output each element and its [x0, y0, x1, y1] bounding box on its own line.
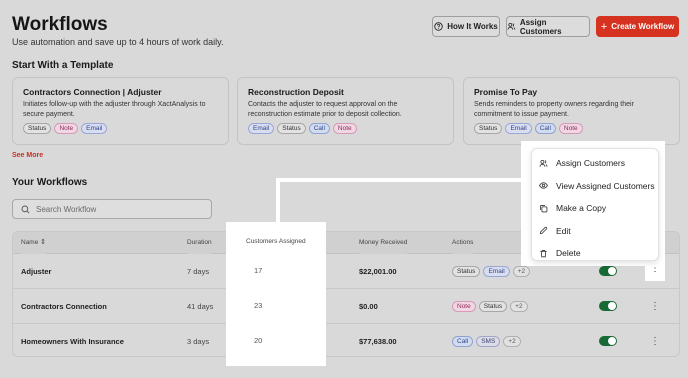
workflow-enabled-toggle[interactable] — [599, 301, 617, 311]
template-description: Sends reminders to property owners regar… — [474, 101, 634, 118]
menu-item-label: Assign Customers — [556, 158, 625, 169]
customers-assigned-highlight: Customers Assigned 17 23 20 — [226, 222, 326, 366]
page-subtitle: Use automation and save up to 4 hours of… — [12, 37, 224, 47]
column-label: Name — [21, 239, 39, 246]
tag-email: Email — [505, 123, 532, 134]
more-options-icon[interactable]: ⋮ — [647, 289, 663, 324]
menu-item-edit[interactable]: Edit — [532, 220, 658, 243]
column-header-actions: Actions — [452, 232, 474, 254]
workflow-duration: 3 days — [187, 337, 210, 346]
workflows-heading: Your Workflows — [12, 177, 88, 188]
workflow-actions: Status Email +2 — [452, 254, 531, 289]
tag-more[interactable]: +2 — [503, 336, 521, 347]
menu-item-view-assigned[interactable]: View Assigned Customers — [532, 175, 658, 198]
eye-icon — [539, 182, 548, 189]
menu-item-label: Delete — [556, 248, 581, 259]
workflow-enabled-toggle[interactable] — [599, 266, 617, 276]
highlight-connector — [276, 178, 280, 224]
menu-item-label: Edit — [556, 225, 571, 236]
how-it-works-label: How It Works — [447, 22, 498, 31]
tag-status: Status — [23, 123, 52, 134]
more-options-icon[interactable]: ⋮ — [647, 324, 663, 356]
tag-sms: SMS — [476, 336, 501, 347]
tag-status: Status — [474, 123, 503, 134]
tag-note: Note — [332, 123, 357, 134]
table-row[interactable]: Contractors Connection 41 days $0.00 Not… — [13, 289, 679, 324]
workflow-money: $0.00 — [359, 302, 378, 311]
menu-item-assign-customers[interactable]: Assign Customers — [532, 152, 658, 175]
sort-icon[interactable]: ⇕ — [40, 239, 46, 246]
help-circle-icon — [434, 22, 443, 31]
column-header-customers: Customers Assigned — [246, 238, 306, 245]
see-more-link[interactable]: See More — [12, 152, 43, 159]
create-workflow-button[interactable]: + Create Workflow — [596, 16, 679, 37]
tag-status: Status — [452, 266, 481, 277]
template-card[interactable]: Reconstruction Deposit Contacts the adju… — [237, 77, 454, 145]
template-card[interactable]: Contractors Connection | Adjuster Initia… — [12, 77, 229, 145]
copy-icon — [540, 204, 548, 213]
menu-item-label: Make a Copy — [556, 203, 607, 214]
workflow-options-menu: Assign Customers View Assigned Customers… — [531, 148, 659, 261]
tag-email: Email — [483, 266, 510, 277]
template-title: Reconstruction Deposit — [248, 87, 344, 97]
tag-call: Call — [452, 336, 474, 347]
customers-count[interactable]: 23 — [254, 301, 262, 310]
workflow-duration: 41 days — [187, 302, 214, 311]
table-row[interactable]: Homeowners With Insurance 3 days $77,638… — [13, 324, 679, 356]
column-header-duration: Duration — [187, 232, 212, 254]
workflow-money: $77,638.00 — [359, 337, 397, 346]
tag-email: Email — [248, 123, 275, 134]
menu-item-make-copy[interactable]: Make a Copy — [532, 197, 658, 220]
template-title: Promise To Pay — [474, 87, 538, 97]
search-input[interactable]: Search Workflow — [12, 199, 212, 219]
template-card[interactable]: Promise To Pay Sends reminders to proper… — [463, 77, 680, 145]
template-description: Initiates follow-up with the adjuster th… — [23, 101, 206, 118]
customers-count[interactable]: 17 — [254, 266, 262, 275]
workflow-actions: Call SMS +2 — [452, 324, 521, 356]
assign-customers-label: Assign Customers — [519, 17, 562, 36]
template-title: Contractors Connection | Adjuster — [23, 87, 162, 97]
users-icon — [539, 159, 548, 167]
menu-item-delete[interactable]: Delete — [532, 242, 658, 265]
trash-icon — [540, 249, 547, 257]
search-placeholder: Search Workflow — [36, 204, 97, 214]
templates-heading: Start With a Template — [12, 60, 114, 71]
assign-customers-button[interactable]: Assign Customers — [506, 16, 590, 37]
tag-email: Email — [81, 123, 108, 134]
workflow-name[interactable]: Contractors Connection — [21, 289, 107, 324]
workflow-duration: 7 days — [187, 267, 210, 276]
search-icon — [21, 205, 30, 213]
tag-status: Status — [478, 301, 508, 312]
customers-count[interactable]: 20 — [254, 336, 262, 345]
workflow-enabled-toggle[interactable] — [599, 336, 617, 346]
workflow-money: $22,001.00 — [359, 267, 397, 276]
users-icon — [507, 23, 516, 30]
column-header-name[interactable]: Name ⇕ — [21, 232, 47, 254]
workflow-actions: Note Status +2 — [452, 289, 528, 324]
create-workflow-label: Create Workflow — [611, 22, 675, 31]
plus-icon: + — [600, 20, 608, 33]
tag-note: Note — [54, 123, 79, 134]
tag-more[interactable]: +2 — [512, 266, 531, 277]
column-header-money: Money Received — [359, 232, 408, 254]
how-it-works-button[interactable]: How It Works — [432, 16, 500, 37]
pencil-icon — [539, 227, 548, 235]
workflow-name[interactable]: Homeowners With Insurance — [21, 324, 124, 356]
template-description: Contacts the adjuster to request approva… — [248, 101, 402, 118]
tag-note: Note — [452, 301, 476, 312]
tag-more[interactable]: +2 — [510, 301, 528, 312]
workflow-name[interactable]: Adjuster — [21, 254, 51, 289]
menu-item-label: View Assigned Customers — [556, 180, 655, 191]
tag-note: Note — [558, 123, 583, 134]
tag-call: Call — [308, 123, 330, 134]
highlight-connector — [276, 178, 528, 182]
tag-status: Status — [277, 123, 306, 134]
page-title: Workflows — [12, 14, 108, 35]
tag-call: Call — [534, 123, 556, 134]
